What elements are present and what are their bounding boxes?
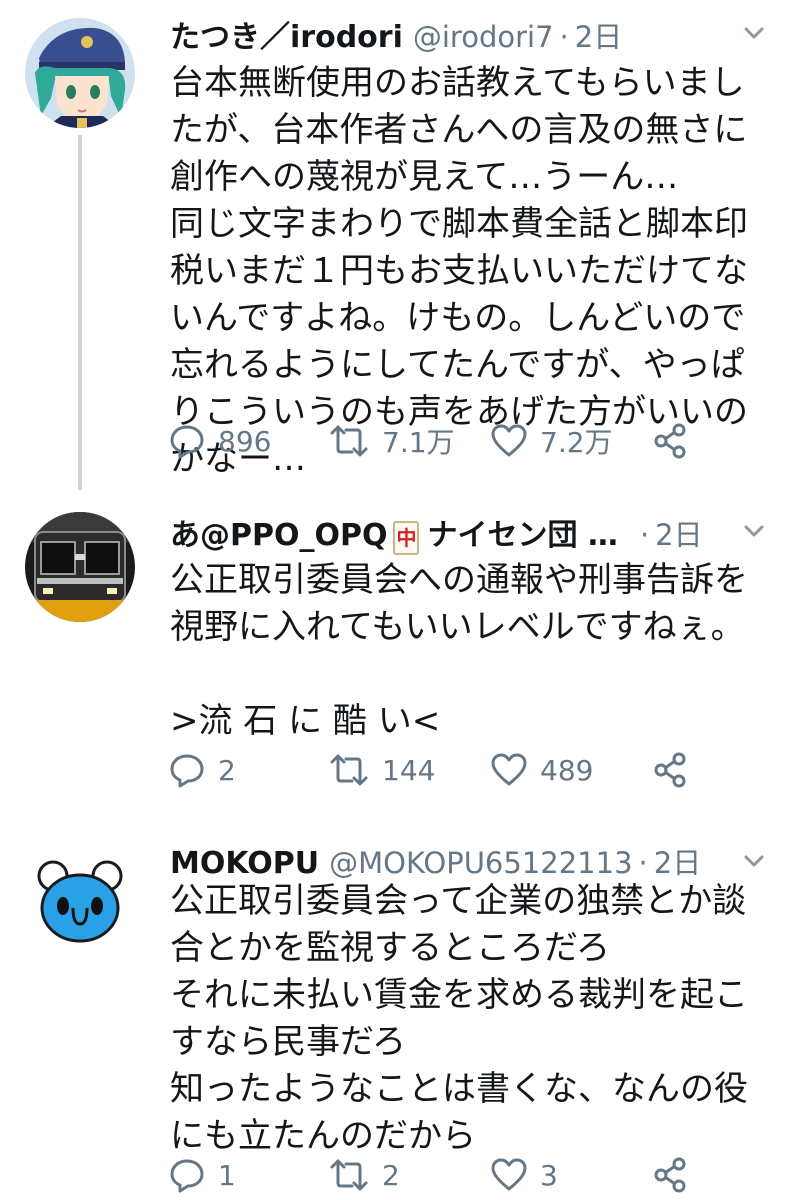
display-name[interactable]: たつき／irodori bbox=[170, 12, 403, 56]
user-handle[interactable]: @irodori7 bbox=[413, 20, 554, 54]
tweet-text: 公正取引委員会って企業の独禁とか談合とかを監視するところだろ それに未払い賃金を… bbox=[170, 881, 748, 1156]
retweet-count: 144 bbox=[382, 753, 436, 787]
like-button[interactable]: 3 bbox=[490, 1150, 558, 1200]
timestamp[interactable]: 2日 bbox=[655, 512, 702, 554]
avatar[interactable] bbox=[25, 18, 135, 128]
separator: · bbox=[559, 20, 569, 54]
share-button[interactable] bbox=[652, 745, 690, 795]
like-button[interactable]: 7.2万 bbox=[490, 416, 613, 466]
timestamp[interactable]: 2日 bbox=[654, 840, 701, 882]
reply-button[interactable]: 1 bbox=[168, 1150, 236, 1200]
retweet-button[interactable]: 7.1万 bbox=[328, 416, 455, 466]
reply-button[interactable]: 896 bbox=[168, 416, 271, 466]
chevron-down-icon[interactable] bbox=[739, 516, 769, 546]
chevron-down-icon[interactable] bbox=[739, 846, 769, 876]
heart-icon bbox=[491, 1158, 527, 1191]
retweet-button[interactable]: 144 bbox=[328, 745, 435, 795]
tweet[interactable]: あ@PPO_OPQ 中 ナイセン団 … · 2日 公正取引委員会への通報や刑事告… bbox=[0, 500, 789, 820]
heart-icon bbox=[491, 424, 527, 457]
anime-character-avatar bbox=[25, 18, 135, 128]
reply-icon bbox=[170, 1159, 204, 1193]
tweet-text: 公正取引委員会への通報や刑事告訴を視野に入れてもいいレベルですねぇ。 >流 石 … bbox=[170, 560, 748, 741]
thread-line bbox=[78, 135, 82, 490]
retweet-count: 2 bbox=[382, 1158, 400, 1192]
retweet-icon bbox=[330, 754, 368, 786]
share-icon bbox=[654, 752, 686, 788]
heart-icon bbox=[491, 753, 527, 786]
tweet-header: あ@PPO_OPQ 中 ナイセン団 … · 2日 bbox=[170, 510, 769, 556]
like-count: 489 bbox=[540, 753, 594, 787]
share-button[interactable] bbox=[652, 1150, 690, 1200]
reply-count: 896 bbox=[218, 424, 272, 458]
reply-count: 2 bbox=[218, 753, 236, 787]
reply-icon bbox=[170, 754, 204, 788]
tweet[interactable]: たつき／irodori @irodori7 · 2日 台本無断使用のお話教えても… bbox=[0, 0, 789, 490]
like-count: 3 bbox=[540, 1158, 558, 1192]
display-name-suffix[interactable]: ナイセン団 … bbox=[427, 510, 617, 554]
tweet[interactable]: MOKOPU @MOKOPU65122113 · 2日 公正取引委員会って企業の… bbox=[0, 828, 789, 1200]
tweet-actions: 2 144 489 bbox=[168, 745, 728, 795]
share-icon bbox=[654, 1157, 686, 1193]
retweet-button[interactable]: 2 bbox=[328, 1150, 400, 1200]
tweet-actions: 896 7.1万 7.2万 bbox=[168, 416, 728, 466]
separator: · bbox=[639, 518, 650, 552]
like-button[interactable]: 489 bbox=[490, 745, 593, 795]
display-name[interactable]: あ@PPO_OPQ bbox=[170, 510, 387, 554]
mahjong-tile-icon: 中 bbox=[393, 521, 420, 555]
display-name[interactable]: MOKOPU bbox=[170, 846, 319, 881]
separator: · bbox=[638, 846, 648, 880]
avatar[interactable] bbox=[25, 844, 135, 954]
tweet-header: たつき／irodori @irodori7 · 2日 bbox=[170, 12, 769, 58]
reply-icon bbox=[170, 425, 204, 459]
share-icon bbox=[654, 423, 686, 459]
train-avatar bbox=[25, 512, 135, 622]
user-handle[interactable]: @MOKOPU65122113 bbox=[329, 846, 632, 880]
blue-bear-avatar bbox=[25, 844, 135, 954]
like-count: 7.2万 bbox=[540, 426, 613, 459]
timestamp[interactable]: 2日 bbox=[575, 14, 622, 56]
avatar[interactable] bbox=[25, 512, 135, 622]
retweet-count: 7.1万 bbox=[382, 426, 455, 459]
tweet-actions: 1 2 3 bbox=[168, 1150, 728, 1200]
reply-button[interactable]: 2 bbox=[168, 745, 236, 795]
retweet-icon bbox=[330, 425, 368, 457]
share-button[interactable] bbox=[652, 416, 690, 466]
chevron-down-icon[interactable] bbox=[739, 18, 769, 48]
reply-count: 1 bbox=[218, 1158, 236, 1192]
retweet-icon bbox=[330, 1159, 368, 1191]
